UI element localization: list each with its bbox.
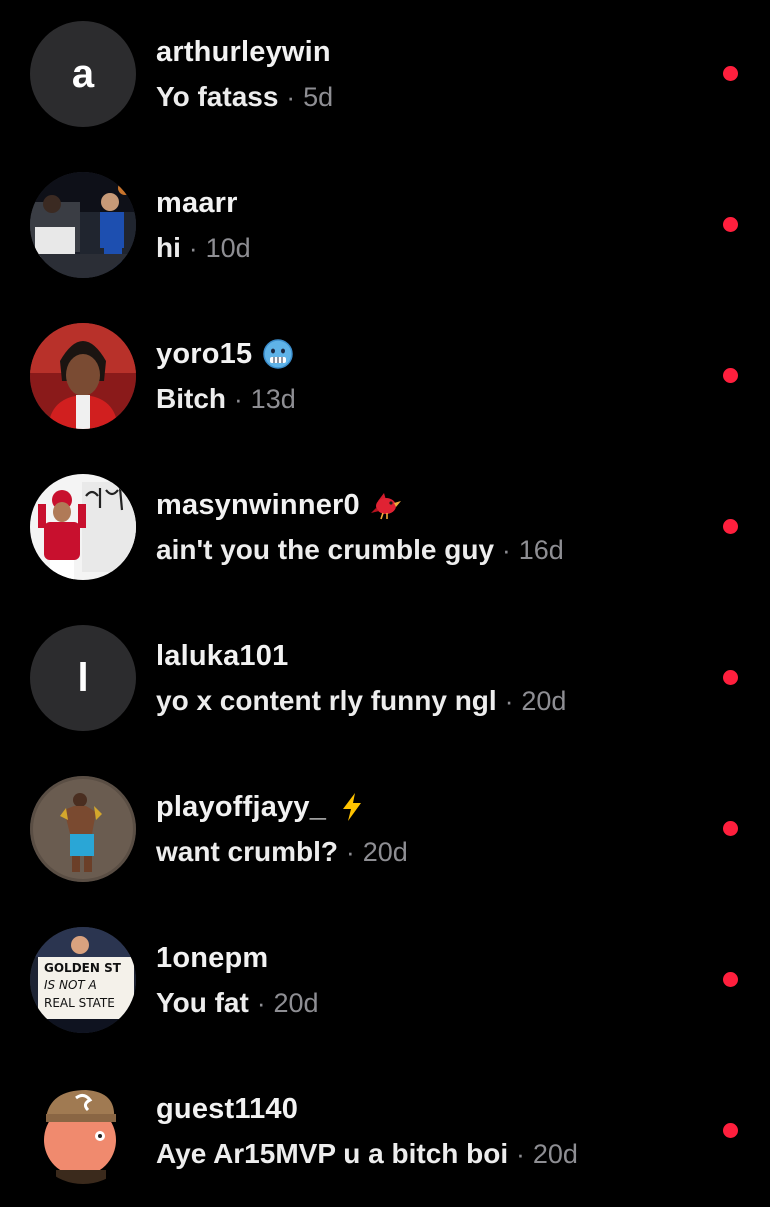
unread-indicator [723, 670, 738, 685]
lightning-bolt-emoji-icon [336, 791, 368, 823]
message-line: You fat · 20d [156, 985, 319, 1021]
name-line: yoro15 [156, 336, 294, 372]
message-preview: ain't you the crumble guy [156, 534, 495, 565]
unread-indicator [723, 821, 738, 836]
unread-indicator [723, 368, 738, 383]
message-line: Bitch · 13d [156, 381, 296, 417]
avatar[interactable] [30, 474, 136, 580]
sign-text-line-1: GOLDEN ST [44, 961, 122, 975]
conversation-row[interactable]: playoffjayy_ want crumbl? · 20d [0, 755, 770, 905]
separator-dot: · [346, 836, 355, 867]
message-preview: yo x content rly funny ngl [156, 685, 497, 716]
conversation-list: a arthurleywin Yo fatass · 5d maarr hi ·… [0, 0, 770, 1200]
avatar[interactable]: l [30, 625, 136, 731]
baseball-meme-avatar [30, 474, 136, 580]
message-preview: Aye Ar15MVP u a bitch boi [156, 1138, 509, 1169]
message-line: want crumbl? · 20d [156, 834, 408, 870]
conversation-row[interactable]: maarr hi · 10d [0, 151, 770, 301]
username[interactable]: guest1140 [156, 1093, 298, 1126]
message-line: Aye Ar15MVP u a bitch boi · 20d [156, 1136, 578, 1172]
timestamp: 10d [205, 232, 251, 263]
username[interactable]: masynwinner0 [156, 489, 360, 522]
unread-indicator [723, 1123, 738, 1138]
avatar[interactable] [30, 172, 136, 278]
message-preview: You fat [156, 987, 249, 1018]
cold-face-emoji-icon [262, 338, 294, 370]
basketball-photo-avatar [30, 172, 136, 278]
message-line: hi · 10d [156, 230, 251, 266]
unread-indicator [723, 519, 738, 534]
name-line: 1onepm [156, 940, 268, 976]
unread-indicator [723, 217, 738, 232]
message-preview: want crumbl? [156, 836, 339, 867]
name-line: maarr [156, 185, 238, 221]
timestamp: 13d [250, 383, 296, 414]
avatar-initial: l [77, 656, 89, 700]
message-line: yo x content rly funny ngl · 20d [156, 683, 566, 719]
separator-dot: · [188, 232, 198, 263]
avatar[interactable] [30, 1078, 136, 1184]
conversation-row[interactable]: yoro15 Bitch · 13d [0, 302, 770, 452]
separator-dot: · [234, 383, 243, 414]
separator-dot: · [502, 534, 511, 565]
message-preview: hi [156, 232, 181, 263]
timestamp: 16d [518, 534, 564, 565]
conversation-row[interactable]: a arthurleywin Yo fatass · 5d [0, 0, 770, 150]
timestamp: 20d [532, 1138, 578, 1169]
conversation-row[interactable]: masynwinner0 ain't you the crumble guy ·… [0, 453, 770, 603]
unread-indicator [723, 66, 738, 81]
conversation-row[interactable]: guest1140 Aye Ar15MVP u a bitch boi · 20… [0, 1057, 770, 1207]
name-line: arthurleywin [156, 34, 331, 70]
username[interactable]: maarr [156, 187, 238, 220]
separator-dot: · [256, 987, 266, 1018]
separator-dot: · [286, 81, 296, 112]
name-line: guest1140 [156, 1091, 298, 1127]
name-line: playoffjayy_ [156, 789, 368, 825]
timestamp: 20d [273, 987, 319, 1018]
separator-dot: · [516, 1138, 525, 1169]
username[interactable]: arthurleywin [156, 36, 331, 69]
portrait-photo-avatar [30, 323, 136, 429]
sign-text-line-2: IS NOT A [44, 978, 97, 992]
cartoon-cap-avatar [30, 1078, 136, 1184]
message-preview: Bitch [156, 383, 226, 414]
avatar[interactable] [30, 323, 136, 429]
avatar[interactable] [30, 776, 136, 882]
cardinal-bird-emoji-icon [370, 489, 402, 521]
message-preview: Yo fatass [156, 81, 279, 112]
separator-dot: · [504, 685, 514, 716]
conversation-row[interactable]: l laluka101 yo x content rly funny ngl ·… [0, 604, 770, 754]
avatar[interactable]: GOLDEN ST IS NOT A REAL STATE [30, 927, 136, 1033]
message-line: Yo fatass · 5d [156, 79, 333, 115]
avatar[interactable]: a [30, 21, 136, 127]
sign-text-line-3: REAL STATE [44, 996, 115, 1010]
sign-holder-photo-avatar: GOLDEN ST IS NOT A REAL STATE [30, 927, 136, 1033]
username[interactable]: laluka101 [156, 640, 288, 673]
timestamp: 5d [303, 81, 334, 112]
avatar-initial: a [71, 52, 95, 96]
timestamp: 20d [362, 836, 408, 867]
username[interactable]: playoffjayy_ [156, 791, 326, 824]
username[interactable]: 1onepm [156, 942, 268, 975]
timestamp: 20d [521, 685, 567, 716]
conversation-row[interactable]: GOLDEN ST IS NOT A REAL STATE 1onepm You… [0, 906, 770, 1056]
username[interactable]: yoro15 [156, 338, 252, 371]
name-line: masynwinner0 [156, 487, 402, 523]
unread-indicator [723, 972, 738, 987]
message-line: ain't you the crumble guy · 16d [156, 532, 564, 568]
name-line: laluka101 [156, 638, 288, 674]
trophy-player-avatar [30, 776, 136, 882]
